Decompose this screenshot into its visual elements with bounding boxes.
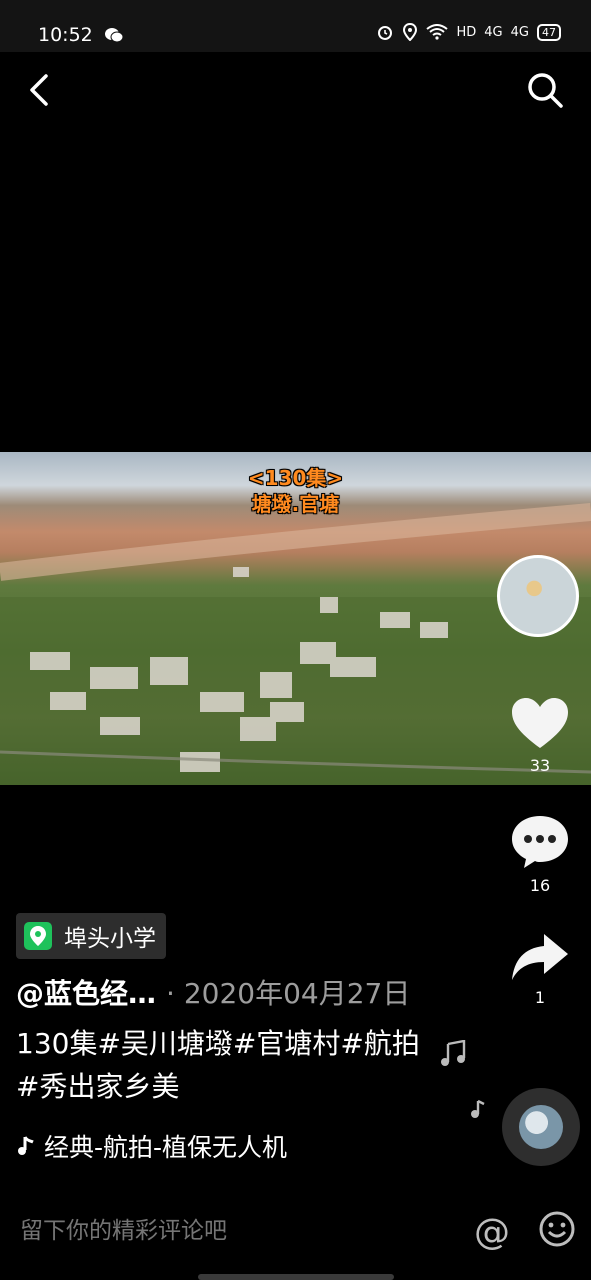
signal-2: 4G: [510, 24, 529, 40]
author-line: @蓝色经… · 2020年04月27日: [16, 972, 410, 1012]
video-overlay-title: 塘墢.官塘: [251, 492, 340, 516]
comment-count: 16: [529, 876, 551, 895]
video-frame[interactable]: <130集> 塘墢.官塘: [0, 452, 591, 785]
alarm-icon: [378, 26, 393, 40]
wechat-icon: [105, 28, 124, 43]
comment-icon: [512, 816, 568, 868]
location-tag[interactable]: 埠头小学: [16, 913, 166, 959]
comment-input[interactable]: [18, 1216, 422, 1245]
author-avatar[interactable]: [497, 555, 579, 637]
floating-note-icon: [441, 1040, 466, 1066]
post-description[interactable]: 130集#吴川塘墢#官塘村#航拍 #秀出家乡美: [16, 1022, 436, 1108]
signal-1: 4G: [484, 24, 503, 40]
music-title: 经典-航拍-植保无人机: [44, 1133, 288, 1162]
share-icon: [512, 934, 568, 980]
comment-button[interactable]: 16: [505, 814, 575, 895]
status-icons: HD 4G 4G 47: [376, 23, 561, 41]
status-bar: 10:52 HD 4G 4G 47: [0, 0, 591, 52]
music-line[interactable]: 经典-航拍-植保无人机: [16, 1128, 334, 1164]
share-button[interactable]: 1: [505, 930, 575, 1007]
location-status-icon: [403, 23, 418, 41]
search-icon[interactable]: [525, 70, 565, 110]
location-label: 埠头小学: [64, 926, 156, 952]
battery-indicator: 47: [537, 23, 561, 41]
emoji-icon[interactable]: [538, 1210, 576, 1248]
like-button[interactable]: 33: [505, 696, 575, 775]
home-indicator: [198, 1274, 394, 1280]
post-date: · 2020年04月27日: [166, 977, 411, 1010]
heart-icon: [512, 698, 568, 748]
music-note-icon: [18, 1136, 34, 1155]
author-name[interactable]: @蓝色经…: [16, 977, 156, 1010]
music-disc[interactable]: [502, 1088, 580, 1166]
location-pin-icon: [24, 922, 52, 950]
wifi-icon: [426, 24, 449, 40]
floating-note-icon: [471, 1099, 485, 1118]
network-label: HD: [456, 24, 477, 40]
like-count: 33: [529, 756, 551, 775]
status-time: 10:52: [38, 24, 93, 46]
music-disc-cover: [519, 1105, 563, 1149]
mention-button[interactable]: @: [474, 1212, 510, 1253]
back-arrow-icon[interactable]: [24, 72, 56, 108]
comment-bar: @: [0, 1196, 591, 1266]
video-overlay-episode: <130集>: [247, 466, 344, 490]
share-count: 1: [534, 988, 546, 1007]
